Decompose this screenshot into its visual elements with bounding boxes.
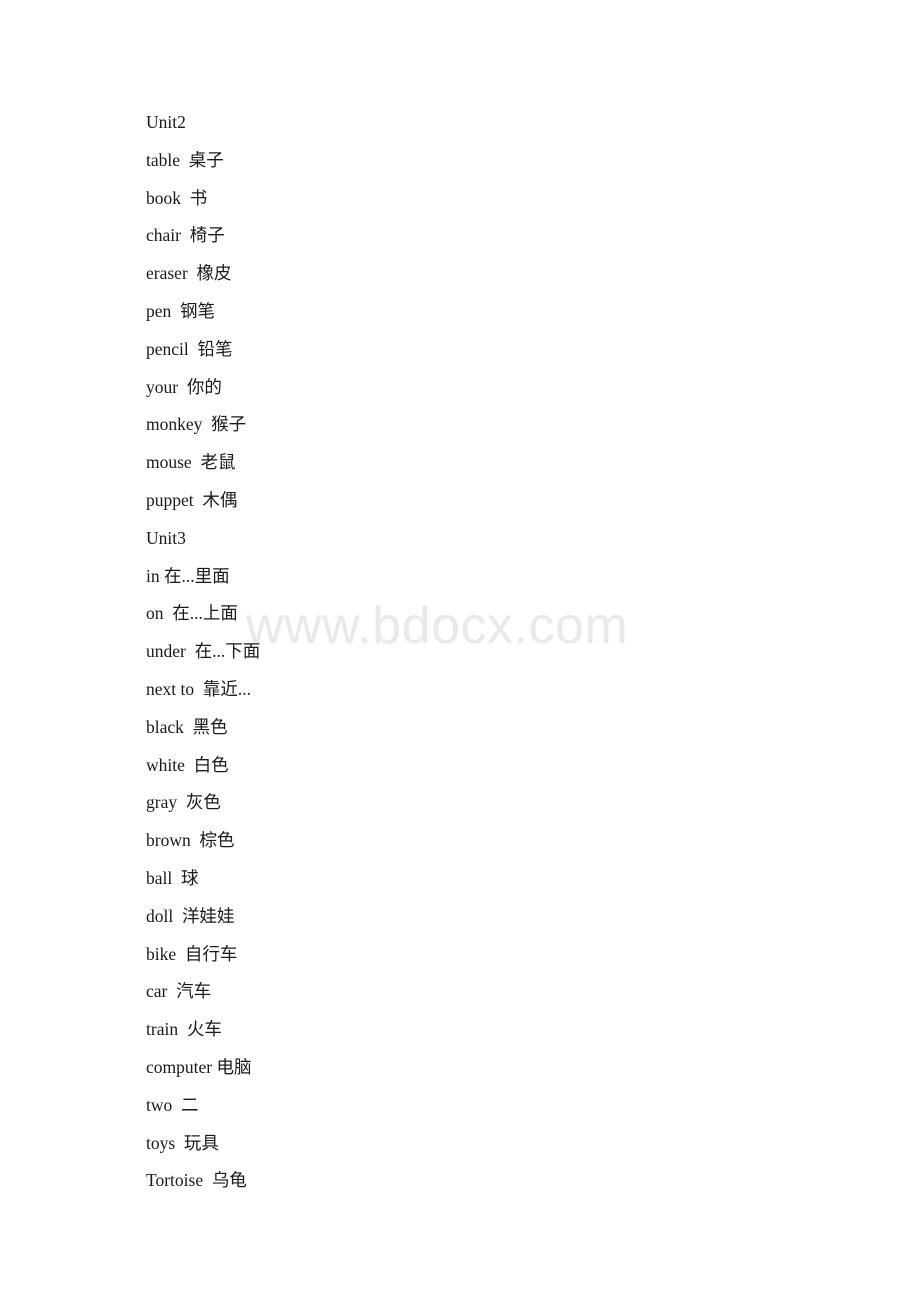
vocabulary-entry: black 黑色 [146,716,228,737]
vocabulary-list: Unit2 table 桌子 book 书 chair 椅子 eraser 橡皮 pen … [146,104,846,1200]
vocabulary-entry: two 二 [146,1094,199,1115]
vocabulary-entry: table 桌子 [146,149,224,170]
vocabulary-entry: white 白色 [146,754,229,775]
vocabulary-entry: Unit3 [146,527,186,548]
vocabulary-entry: mouse 老鼠 [146,452,236,473]
vocabulary-entry: under 在...下面 [146,641,261,662]
vocabulary-entry: in 在...里面 [146,565,230,586]
vocabulary-entry: Tortoise 乌龟 [146,1170,247,1191]
vocabulary-entry: puppet 木偶 [146,489,238,510]
vocabulary-entry: next to 靠近... [146,678,251,699]
vocabulary-entry: monkey 猴子 [146,414,247,435]
vocabulary-entry: bike 自行车 [146,943,238,964]
vocabulary-entry: eraser 橡皮 [146,263,232,284]
vocabulary-entry: your 你的 [146,376,222,397]
vocabulary-entry: pen 钢笔 [146,300,216,321]
vocabulary-entry: ball 球 [146,867,199,888]
vocabulary-entry: on 在...上面 [146,603,238,624]
vocabulary-entry: brown 棕色 [146,830,235,851]
vocabulary-entry: pencil 铅笔 [146,338,233,359]
vocabulary-entry: book 书 [146,187,208,208]
vocabulary-entry: computer 电脑 [146,1056,252,1077]
vocabulary-entry: car 汽车 [146,981,212,1002]
vocabulary-entry: gray 灰色 [146,792,221,813]
vocabulary-entry: Unit2 [146,112,186,132]
vocabulary-entry: toys 玩具 [146,1132,219,1153]
vocabulary-entry: doll 洋娃娃 [146,905,235,926]
document-page: www.bdocx.com Unit2 table 桌子 book 书 chair 椅… [0,0,920,1302]
vocabulary-entry: train 火车 [146,1019,222,1040]
vocabulary-entry: chair 椅子 [146,225,225,246]
